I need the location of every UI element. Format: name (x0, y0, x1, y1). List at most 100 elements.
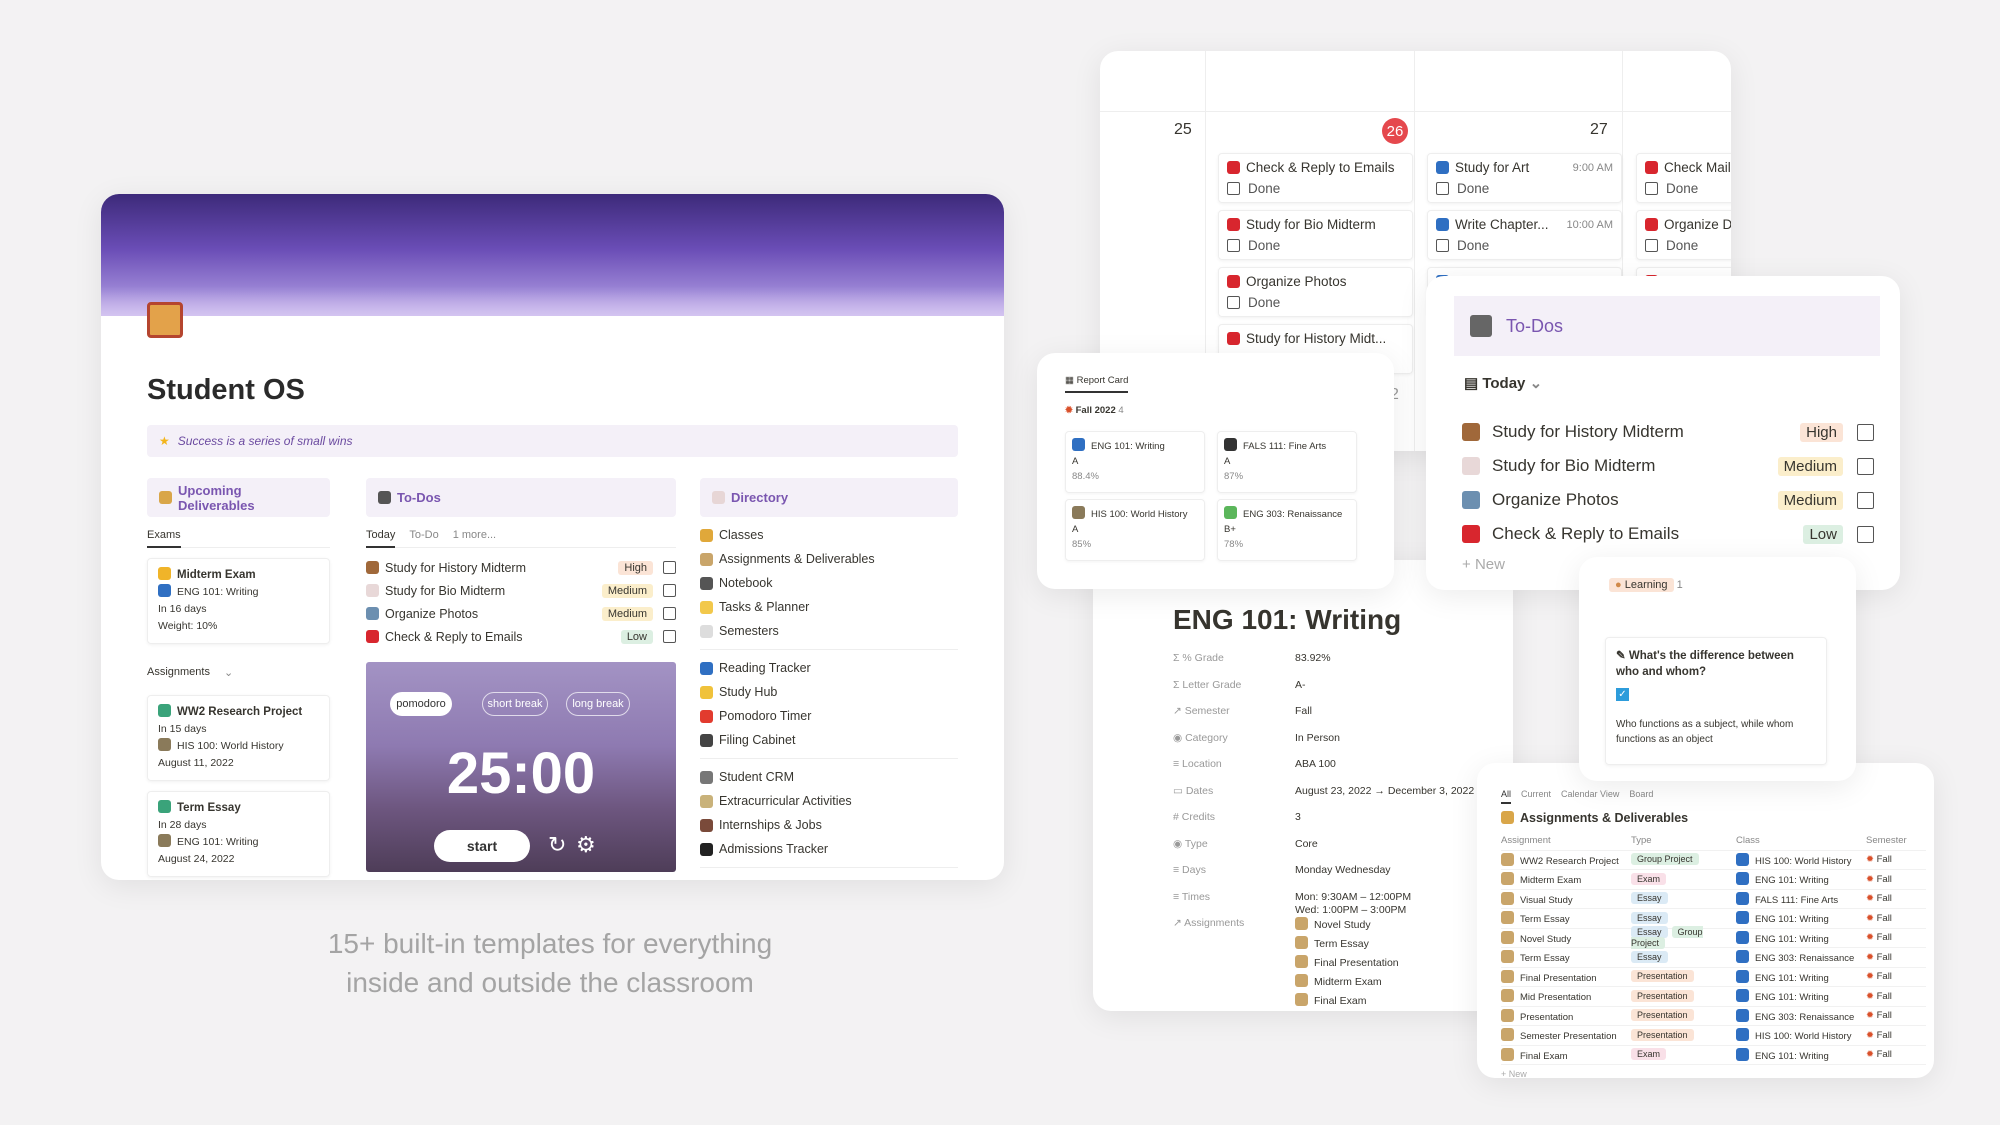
tab-todo-2[interactable]: 1 more... (453, 529, 496, 541)
property-row[interactable]: ◉ Type Core (1173, 838, 1503, 865)
table-row[interactable]: Mid Presentation Presentation ENG 101: Wri… (1501, 987, 1926, 1007)
gear-icon[interactable]: ⚙ (576, 832, 596, 858)
todo-item[interactable]: Study for Bio Midterm Medium (366, 579, 676, 602)
column-header[interactable]: Semester (1866, 835, 1926, 846)
directory-link[interactable]: Classes (700, 523, 958, 547)
grade-card[interactable]: HIS 100: World History A 85% (1065, 499, 1205, 561)
directory-link[interactable]: School Journal (700, 874, 958, 880)
table-row[interactable]: Final Presentation Presentation ENG 101: W… (1501, 968, 1926, 987)
tab-report-card[interactable]: ▦ Report Card (1065, 375, 1129, 393)
start-button[interactable]: start (434, 830, 530, 862)
directory-link[interactable]: Tasks & Planner (700, 595, 958, 619)
table-row[interactable]: Midterm Exam Exam ENG 101: Writing ✹ Fall (1501, 870, 1926, 890)
column-header[interactable]: Class (1736, 835, 1866, 846)
property-row[interactable]: ≡ Times Mon: 9:30AM – 12:00PM Wed: 1:00PM… (1173, 891, 1503, 918)
done-checkbox[interactable] (1645, 182, 1658, 195)
directory-link[interactable]: Reading Tracker (700, 656, 958, 680)
directory-link[interactable]: Semesters (700, 619, 958, 643)
todo-checkbox[interactable] (663, 630, 676, 643)
assignment-link[interactable]: Term Essay (1295, 936, 1399, 955)
property-row[interactable]: ◉ Category In Person (1173, 732, 1503, 759)
todo-checkbox[interactable] (1857, 525, 1874, 543)
new-todo-button[interactable]: + New (1462, 556, 1505, 573)
table-row[interactable]: Semester Presentation Presentation HIS 100… (1501, 1026, 1926, 1046)
todo-checkbox[interactable] (1857, 457, 1874, 475)
chevron-down-icon[interactable]: ⌄ (224, 666, 233, 679)
done-checkbox[interactable] (1227, 182, 1240, 195)
checkbox-checked[interactable]: ✓ (1616, 688, 1629, 701)
calendar-event[interactable]: Study for Bio Midterm Done (1218, 210, 1413, 260)
directory-link[interactable]: Filing Cabinet (700, 728, 958, 752)
assignment-card[interactable]: WW2 Research Project In 15 days HIS 100: W… (147, 695, 330, 781)
grade-card[interactable]: FALS 111: Fine Arts A 87% (1217, 431, 1357, 493)
exam-card[interactable]: Midterm Exam ENG 101: Writing In 16 days We… (147, 558, 330, 644)
directory-link[interactable]: Admissions Tracker (700, 837, 958, 861)
calendar-event[interactable]: Organize Photos Done (1218, 267, 1413, 317)
directory-link[interactable]: Study Hub (700, 680, 958, 704)
tab-todo-1[interactable]: To-Do (409, 529, 438, 541)
assignment-link[interactable]: Final Exam (1295, 993, 1399, 1011)
todo-item[interactable]: Study for Bio Midterm Medium (1462, 449, 1874, 483)
group-fall-2022[interactable]: ✹ Fall 2022 4 (1065, 405, 1124, 416)
column-header[interactable]: Assignment (1501, 835, 1631, 846)
long-break-button[interactable]: long break (566, 692, 630, 716)
directory-link[interactable]: Internships & Jobs (700, 813, 958, 837)
todo-item[interactable]: Organize Photos Medium (1462, 483, 1874, 517)
done-checkbox[interactable] (1645, 239, 1658, 252)
done-checkbox[interactable] (1227, 239, 1240, 252)
todo-checkbox[interactable] (1857, 423, 1874, 441)
reset-icon[interactable]: ↻ (548, 832, 566, 858)
tab-todo-0[interactable]: Today (366, 529, 396, 548)
view-today[interactable]: ▤ Today ⌄ (1464, 374, 1542, 392)
todo-checkbox[interactable] (1857, 491, 1874, 509)
assignment-link[interactable]: Final Presentation (1295, 955, 1399, 974)
property-row[interactable]: ▭ Dates August 23, 2022 → December 3, 202… (1173, 785, 1503, 812)
table-row[interactable]: Term Essay Essay ENG 101: Writing ✹ Fall (1501, 909, 1926, 929)
column-header[interactable]: Type (1631, 835, 1736, 846)
assignment-card[interactable]: Term Essay In 28 days ENG 101: Writing Augu… (147, 791, 330, 877)
property-row[interactable]: Σ % Grade 83.92% (1173, 652, 1503, 679)
done-checkbox[interactable] (1436, 239, 1449, 252)
tab-view-0[interactable]: All (1501, 789, 1512, 804)
table-row[interactable]: Presentation Presentation ENG 303: Renaiss… (1501, 1007, 1926, 1026)
table-row[interactable]: Term Essay Essay ENG 303: Renaissance ✹ Fal… (1501, 948, 1926, 968)
todo-item[interactable]: Organize Photos Medium (366, 602, 676, 625)
tab-view-3[interactable]: Board (1629, 789, 1653, 804)
flashcard[interactable]: ✎ What's the difference between who and … (1605, 637, 1827, 765)
assignment-link[interactable]: Midterm Exam (1295, 974, 1399, 993)
tab-view-1[interactable]: Current (1521, 789, 1551, 804)
short-break-button[interactable]: short break (482, 692, 548, 716)
property-row[interactable]: ≡ Days Monday Wednesday (1173, 864, 1503, 891)
todo-item[interactable]: Study for History Midterm High (366, 556, 676, 579)
directory-link[interactable]: Student CRM (700, 765, 958, 789)
calendar-event[interactable]: Write Chapter... 10:00 AM Done (1427, 210, 1622, 260)
calendar-event[interactable]: Check & Reply to Emails Done (1218, 153, 1413, 203)
grade-card[interactable]: ENG 101: Writing A 88.4% (1065, 431, 1205, 493)
table-row[interactable]: WW2 Research Project Group Project HIS 100… (1501, 851, 1926, 870)
calendar-event[interactable]: Organize DoDone (1636, 210, 1731, 260)
day-25[interactable]: 25 (1174, 121, 1192, 139)
new-row-button[interactable]: + New (1501, 1069, 1926, 1078)
todo-item[interactable]: Study for History Midterm High (1462, 415, 1874, 449)
table-row[interactable]: Visual Study Essay FALS 111: Fine Arts ✹ Fa… (1501, 890, 1926, 909)
done-checkbox[interactable] (1227, 296, 1240, 309)
tab-assignments[interactable]: Assignments (147, 666, 210, 679)
directory-link[interactable]: Pomodoro Timer (700, 704, 958, 728)
calendar-event[interactable]: Study for Art 9:00 AM Done (1427, 153, 1622, 203)
todo-checkbox[interactable] (663, 561, 676, 574)
tab-exams[interactable]: Exams (147, 529, 181, 548)
today-badge[interactable]: 26 (1382, 118, 1408, 144)
todo-item[interactable]: Check & Reply to Emails Low (366, 625, 676, 648)
day-27[interactable]: 27 (1590, 121, 1608, 139)
todo-checkbox[interactable] (663, 584, 676, 597)
learning-tag[interactable]: ● Learning (1609, 578, 1674, 592)
tab-view-2[interactable]: Calendar View (1561, 789, 1619, 804)
property-row[interactable]: ≡ Location ABA 100 (1173, 758, 1503, 785)
property-row[interactable]: # Credits 3 (1173, 811, 1503, 838)
todo-item[interactable]: Check & Reply to Emails Low (1462, 517, 1874, 551)
property-row[interactable]: ↗ Semester Fall (1173, 705, 1503, 732)
assignment-link[interactable]: Novel Study (1295, 917, 1399, 936)
directory-link[interactable]: Notebook (700, 571, 958, 595)
done-checkbox[interactable] (1436, 182, 1449, 195)
table-row[interactable]: Final Exam Exam ENG 101: Writing ✹ Fall (1501, 1046, 1926, 1065)
